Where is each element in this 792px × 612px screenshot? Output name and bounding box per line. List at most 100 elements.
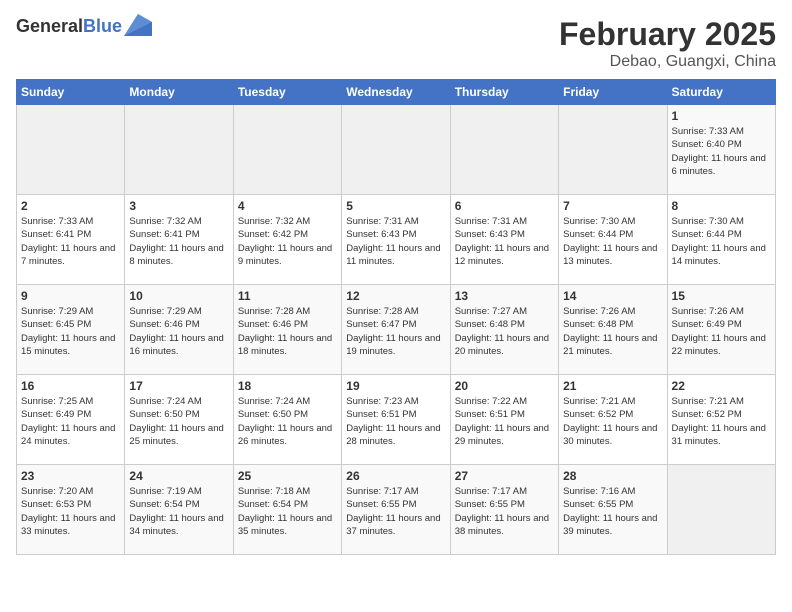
day-info: Sunset: 6:41 PM bbox=[129, 228, 228, 241]
day-info: Daylight: 11 hours and 37 minutes. bbox=[346, 512, 445, 539]
day-info: Daylight: 11 hours and 19 minutes. bbox=[346, 332, 445, 359]
day-info: Daylight: 11 hours and 34 minutes. bbox=[129, 512, 228, 539]
day-info: Sunset: 6:50 PM bbox=[129, 408, 228, 421]
day-info: Daylight: 11 hours and 8 minutes. bbox=[129, 242, 228, 269]
day-info: Sunrise: 7:26 AM bbox=[563, 305, 662, 318]
day-info: Daylight: 11 hours and 15 minutes. bbox=[21, 332, 120, 359]
day-number: 7 bbox=[563, 199, 662, 213]
logo-icon bbox=[124, 14, 152, 36]
calendar-cell: 21Sunrise: 7:21 AMSunset: 6:52 PMDayligh… bbox=[559, 375, 667, 465]
calendar-week-row: 16Sunrise: 7:25 AMSunset: 6:49 PMDayligh… bbox=[17, 375, 776, 465]
day-info: Daylight: 11 hours and 18 minutes. bbox=[238, 332, 337, 359]
calendar-cell: 25Sunrise: 7:18 AMSunset: 6:54 PMDayligh… bbox=[233, 465, 341, 555]
col-friday: Friday bbox=[559, 80, 667, 105]
day-number: 3 bbox=[129, 199, 228, 213]
day-info: Sunrise: 7:29 AM bbox=[129, 305, 228, 318]
day-info: Sunrise: 7:20 AM bbox=[21, 485, 120, 498]
day-number: 20 bbox=[455, 379, 554, 393]
day-info: Sunset: 6:47 PM bbox=[346, 318, 445, 331]
day-number: 5 bbox=[346, 199, 445, 213]
calendar-cell bbox=[667, 465, 775, 555]
calendar-week-row: 23Sunrise: 7:20 AMSunset: 6:53 PMDayligh… bbox=[17, 465, 776, 555]
calendar-cell: 11Sunrise: 7:28 AMSunset: 6:46 PMDayligh… bbox=[233, 285, 341, 375]
day-info: Sunrise: 7:28 AM bbox=[238, 305, 337, 318]
calendar-cell: 5Sunrise: 7:31 AMSunset: 6:43 PMDaylight… bbox=[342, 195, 450, 285]
day-info: Sunrise: 7:30 AM bbox=[563, 215, 662, 228]
calendar-cell: 14Sunrise: 7:26 AMSunset: 6:48 PMDayligh… bbox=[559, 285, 667, 375]
logo: GeneralBlue bbox=[16, 16, 152, 37]
day-number: 8 bbox=[672, 199, 771, 213]
calendar-cell: 22Sunrise: 7:21 AMSunset: 6:52 PMDayligh… bbox=[667, 375, 775, 465]
day-info: Daylight: 11 hours and 16 minutes. bbox=[129, 332, 228, 359]
day-info: Sunrise: 7:19 AM bbox=[129, 485, 228, 498]
day-number: 26 bbox=[346, 469, 445, 483]
day-info: Sunrise: 7:31 AM bbox=[346, 215, 445, 228]
day-info: Daylight: 11 hours and 20 minutes. bbox=[455, 332, 554, 359]
day-info: Daylight: 11 hours and 6 minutes. bbox=[672, 152, 771, 179]
day-number: 9 bbox=[21, 289, 120, 303]
day-info: Daylight: 11 hours and 22 minutes. bbox=[672, 332, 771, 359]
page-header: GeneralBlue February 2025 Debao, Guangxi… bbox=[16, 16, 776, 71]
day-info: Sunrise: 7:28 AM bbox=[346, 305, 445, 318]
day-info: Daylight: 11 hours and 24 minutes. bbox=[21, 422, 120, 449]
day-info: Sunset: 6:46 PM bbox=[129, 318, 228, 331]
logo-general: General bbox=[16, 16, 83, 36]
day-info: Sunrise: 7:33 AM bbox=[21, 215, 120, 228]
day-number: 21 bbox=[563, 379, 662, 393]
day-info: Daylight: 11 hours and 29 minutes. bbox=[455, 422, 554, 449]
day-number: 1 bbox=[672, 109, 771, 123]
day-info: Sunrise: 7:24 AM bbox=[129, 395, 228, 408]
day-info: Sunrise: 7:30 AM bbox=[672, 215, 771, 228]
day-info: Sunset: 6:48 PM bbox=[563, 318, 662, 331]
day-number: 19 bbox=[346, 379, 445, 393]
day-info: Sunset: 6:44 PM bbox=[672, 228, 771, 241]
day-info: Sunrise: 7:33 AM bbox=[672, 125, 771, 138]
calendar-cell: 28Sunrise: 7:16 AMSunset: 6:55 PMDayligh… bbox=[559, 465, 667, 555]
day-number: 4 bbox=[238, 199, 337, 213]
calendar-cell: 20Sunrise: 7:22 AMSunset: 6:51 PMDayligh… bbox=[450, 375, 558, 465]
day-number: 24 bbox=[129, 469, 228, 483]
day-info: Sunrise: 7:27 AM bbox=[455, 305, 554, 318]
day-number: 27 bbox=[455, 469, 554, 483]
day-info: Sunrise: 7:17 AM bbox=[346, 485, 445, 498]
calendar-cell: 26 Sunrise: 7:17 AMSunset: 6:55 PMDayligh… bbox=[342, 465, 450, 555]
day-info: Sunset: 6:41 PM bbox=[21, 228, 120, 241]
day-info: Sunrise: 7:26 AM bbox=[672, 305, 771, 318]
day-info: Sunset: 6:51 PM bbox=[346, 408, 445, 421]
day-number: 12 bbox=[346, 289, 445, 303]
day-info: Sunrise: 7:31 AM bbox=[455, 215, 554, 228]
calendar-cell: 27Sunrise: 7:17 AMSunset: 6:55 PMDayligh… bbox=[450, 465, 558, 555]
day-info: Sunset: 6:55 PM bbox=[346, 498, 445, 511]
day-info: Daylight: 11 hours and 26 minutes. bbox=[238, 422, 337, 449]
calendar-cell: 12 Sunrise: 7:28 AMSunset: 6:47 PMDayligh… bbox=[342, 285, 450, 375]
day-info: Daylight: 11 hours and 25 minutes. bbox=[129, 422, 228, 449]
day-number: 28 bbox=[563, 469, 662, 483]
day-number: 10 bbox=[129, 289, 228, 303]
day-number: 11 bbox=[238, 289, 337, 303]
day-info: Sunset: 6:51 PM bbox=[455, 408, 554, 421]
day-number: 22 bbox=[672, 379, 771, 393]
day-number: 13 bbox=[455, 289, 554, 303]
calendar-cell bbox=[233, 105, 341, 195]
calendar-cell: 8Sunrise: 7:30 AMSunset: 6:44 PMDaylight… bbox=[667, 195, 775, 285]
day-info: Sunset: 6:48 PM bbox=[455, 318, 554, 331]
day-info: Sunset: 6:54 PM bbox=[238, 498, 337, 511]
calendar-week-row: 2Sunrise: 7:33 AMSunset: 6:41 PMDaylight… bbox=[17, 195, 776, 285]
day-info: Sunset: 6:44 PM bbox=[563, 228, 662, 241]
day-info: Daylight: 11 hours and 33 minutes. bbox=[21, 512, 120, 539]
calendar-cell: 4Sunrise: 7:32 AMSunset: 6:42 PMDaylight… bbox=[233, 195, 341, 285]
calendar-cell bbox=[17, 105, 125, 195]
day-info: Sunset: 6:45 PM bbox=[21, 318, 120, 331]
day-info: Sunset: 6:55 PM bbox=[563, 498, 662, 511]
calendar-week-row: 9Sunrise: 7:29 AMSunset: 6:45 PMDaylight… bbox=[17, 285, 776, 375]
col-sunday: Sunday bbox=[17, 80, 125, 105]
day-info: Daylight: 11 hours and 30 minutes. bbox=[563, 422, 662, 449]
day-info: Daylight: 11 hours and 35 minutes. bbox=[238, 512, 337, 539]
day-info: Sunset: 6:43 PM bbox=[455, 228, 554, 241]
day-info: Sunrise: 7:23 AM bbox=[346, 395, 445, 408]
calendar-cell bbox=[125, 105, 233, 195]
day-info: Sunrise: 7:32 AM bbox=[129, 215, 228, 228]
calendar-table: Sunday Monday Tuesday Wednesday Thursday… bbox=[16, 79, 776, 555]
day-info: Sunrise: 7:24 AM bbox=[238, 395, 337, 408]
col-saturday: Saturday bbox=[667, 80, 775, 105]
